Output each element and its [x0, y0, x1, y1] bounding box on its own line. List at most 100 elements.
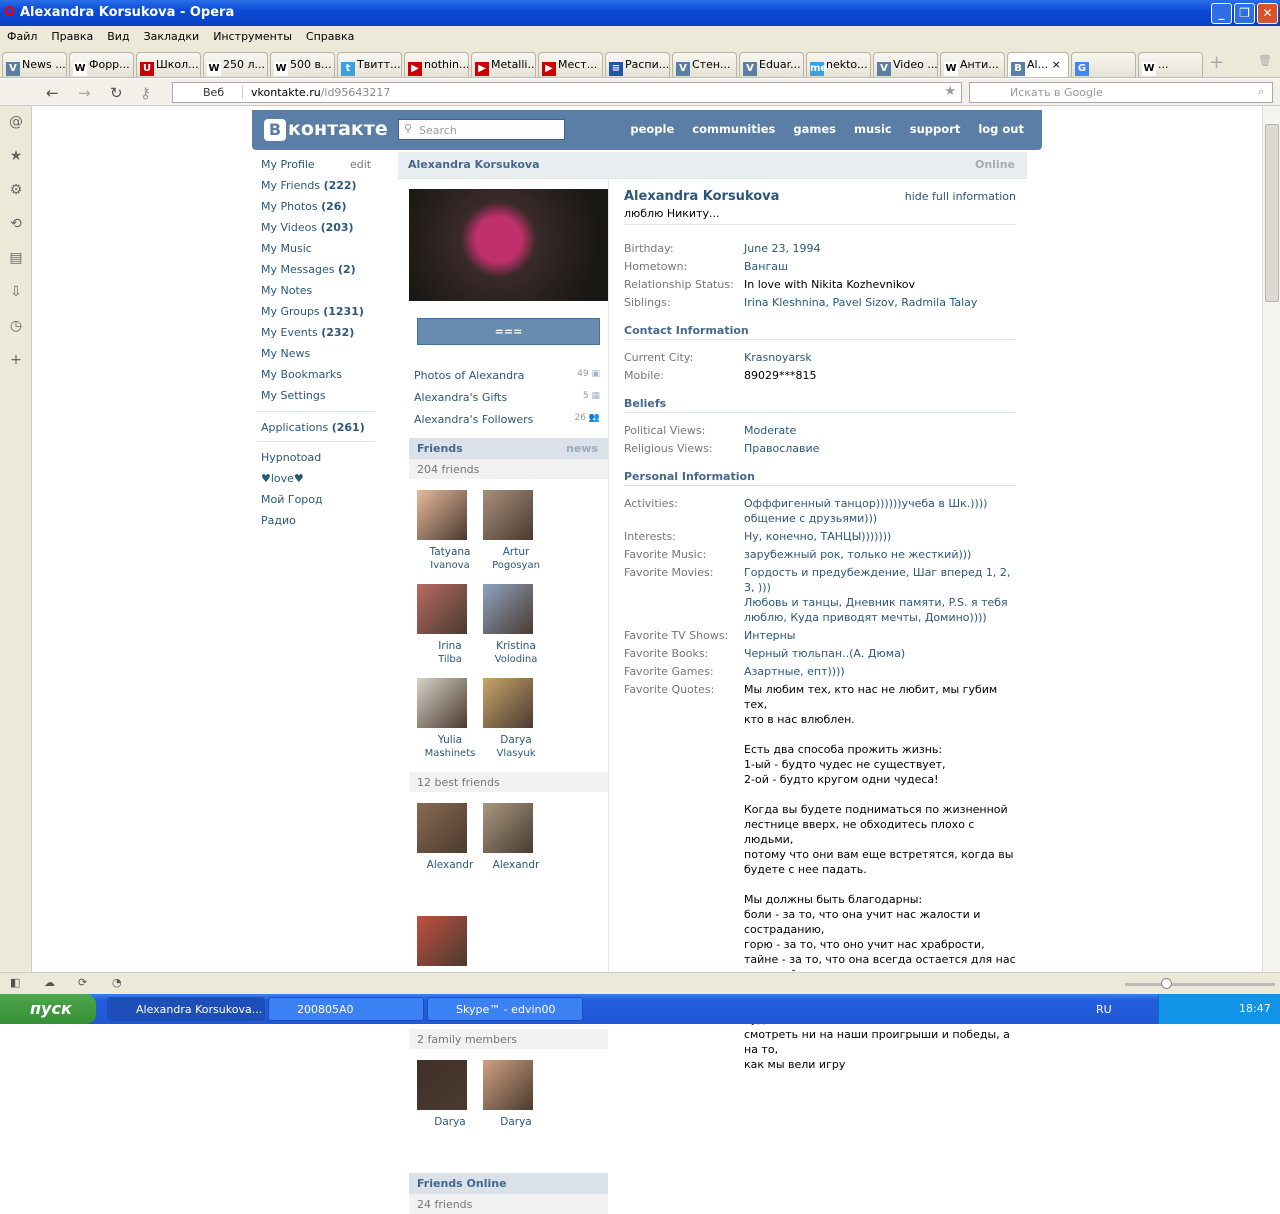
speed-dial-icon[interactable]: ◔ — [112, 976, 122, 989]
friend-avatar[interactable] — [483, 1060, 533, 1110]
friends-news-link[interactable]: news — [566, 442, 598, 455]
browser-tab[interactable]: ≡ Распи... — [605, 52, 670, 77]
vk-logo[interactable]: Bконтакте — [264, 118, 388, 141]
search-icon[interactable]: ⌕ — [1258, 85, 1264, 99]
friend-card[interactable]: Irina Tilba — [417, 584, 483, 678]
info-value[interactable]: Офффигенный танцор))))))учеба в Шк.)))) … — [744, 496, 987, 526]
browser-tab[interactable]: W... — [1138, 52, 1203, 77]
menu-item[interactable]: Файл — [0, 26, 44, 47]
left-menu-app[interactable]: Hypnotoad — [261, 450, 375, 471]
info-value[interactable]: Гордость и предубеждение, Шаг вперед 1, … — [744, 565, 1016, 625]
friend-first-name[interactable]: Kristina — [483, 639, 549, 653]
profile-link[interactable]: Alexandra's Followers 26 👥 — [409, 406, 608, 428]
unite-icon[interactable]: ☁ — [44, 976, 55, 989]
friend-card[interactable]: Kristina Volodina — [483, 584, 549, 678]
friend-avatar[interactable] — [417, 916, 467, 966]
friend-first-name[interactable]: Irina — [417, 639, 483, 653]
friend-avatar[interactable] — [417, 1060, 467, 1110]
friend-name[interactable]: Darya — [483, 1115, 549, 1129]
taskbar-item-skype[interactable]: Skype™ - edvin00 — [427, 997, 583, 1021]
friend-card[interactable]: Darya — [417, 1060, 483, 1173]
friend-first-name[interactable]: Tatyana — [417, 545, 483, 559]
history-icon[interactable]: ◷ — [0, 310, 32, 344]
menu-item[interactable]: Вид — [100, 26, 136, 47]
info-value[interactable]: June 23, 1994 — [744, 241, 820, 256]
info-value[interactable]: Азартные, епт)))) — [744, 664, 845, 679]
new-tab-button[interactable]: + — [1209, 52, 1224, 73]
edit-profile-link[interactable]: edit — [350, 157, 371, 173]
browser-tab[interactable]: V Video ... — [873, 52, 938, 77]
downloads-icon[interactable]: ⇩ — [0, 276, 32, 310]
profile-link[interactable]: Photos of Alexandra 49 ▣ — [409, 362, 608, 384]
browser-tab[interactable]: V Стен... — [672, 52, 737, 77]
browser-tab[interactable]: B Al... × — [1007, 52, 1069, 77]
bookmark-star-icon[interactable]: ★ — [944, 84, 956, 99]
left-menu-item[interactable]: My Groups (1231) — [261, 304, 375, 325]
browser-tab[interactable]: V News ... — [2, 52, 67, 77]
forward-button[interactable]: → — [78, 84, 91, 102]
turbo-icon[interactable]: ⟳ — [78, 976, 87, 989]
friend-name[interactable]: Alexandr — [483, 858, 549, 872]
close-button[interactable]: ✕ — [1257, 3, 1278, 24]
friends-online-count[interactable]: 24 friends — [409, 1194, 608, 1214]
browser-tab[interactable]: ▶ nothin... — [404, 52, 469, 77]
friend-card[interactable]: Darya Vlasyuk — [483, 678, 549, 772]
left-menu-item[interactable]: My Notes — [261, 283, 375, 304]
scrollbar-thumb[interactable] — [1265, 124, 1279, 302]
left-menu-app[interactable]: Радио — [261, 513, 375, 534]
gear-icon[interactable]: ⚙ — [0, 174, 32, 208]
vk-nav-games[interactable]: games — [793, 122, 836, 136]
friend-avatar[interactable] — [483, 803, 533, 853]
friend-avatar[interactable] — [417, 678, 467, 728]
maximize-button[interactable]: ❐ — [1234, 3, 1255, 24]
friend-last-name[interactable]: Ivanova — [417, 559, 483, 573]
info-value[interactable]: Интерны — [744, 628, 795, 643]
friend-first-name[interactable]: Darya — [483, 733, 549, 747]
friends-online-title[interactable]: Friends Online — [417, 1177, 507, 1190]
browser-tab[interactable]: menekto... — [806, 52, 871, 77]
key-icon[interactable]: ⚷ — [140, 84, 151, 102]
friend-card[interactable]: Darya — [483, 1060, 549, 1173]
info-value[interactable]: Православие — [744, 441, 819, 456]
info-value[interactable]: Вангаш — [744, 259, 788, 274]
friend-avatar[interactable] — [483, 584, 533, 634]
info-value[interactable]: Irina Kleshnina, Pavel Sizov, Radmila Ta… — [744, 295, 977, 310]
zoom-slider-handle[interactable] — [1161, 978, 1172, 989]
info-value[interactable]: Moderate — [744, 423, 796, 438]
browser-tab[interactable]: ▶ Metalli... — [471, 52, 536, 77]
tab-close-icon[interactable]: × — [1048, 58, 1061, 71]
menu-item[interactable]: Инструменты — [206, 26, 299, 47]
friend-avatar[interactable] — [417, 584, 467, 634]
minimize-button[interactable]: _ — [1211, 3, 1232, 24]
language-indicator[interactable]: RU — [1096, 1003, 1112, 1016]
info-value[interactable]: Черный тюльпан..(А. Дюма) — [744, 646, 905, 661]
left-menu-item[interactable]: My Messages (2) — [261, 262, 375, 283]
browser-tab[interactable]: W Форр... — [69, 52, 134, 77]
browser-tab[interactable]: W 500 в... — [270, 52, 335, 77]
friend-avatar[interactable] — [417, 803, 467, 853]
trash-icon[interactable]: 🗑 — [1258, 54, 1272, 67]
friend-avatar[interactable] — [483, 678, 533, 728]
best-friends-count[interactable]: 12 best friends — [409, 772, 608, 792]
bookmarks-icon[interactable]: ★ — [0, 140, 32, 174]
left-menu-item[interactable]: My News — [261, 346, 375, 367]
friend-card[interactable]: Tatyana Ivanova — [417, 490, 483, 584]
info-value[interactable]: Ну, конечно, ТАНЦЫ))))))) — [744, 529, 891, 544]
family-count[interactable]: 2 family members — [409, 1029, 608, 1049]
vk-nav-people[interactable]: people — [630, 122, 674, 136]
left-menu-app[interactable]: Мой Город — [261, 492, 375, 513]
left-menu-item[interactable]: My Settings — [261, 388, 375, 409]
friends-count[interactable]: 204 friends — [409, 459, 608, 479]
left-menu-item[interactable]: My Music — [261, 241, 375, 262]
browser-tab[interactable]: G — [1071, 52, 1136, 77]
vk-nav-log-out[interactable]: log out — [978, 122, 1024, 136]
panel-toggle-icon[interactable]: ◧ — [10, 976, 20, 989]
left-menu-item[interactable]: My Videos (203) — [261, 220, 375, 241]
zoom-slider[interactable] — [1125, 978, 1275, 989]
profile-photo[interactable] — [409, 189, 608, 301]
friends-title[interactable]: Friends — [417, 442, 463, 455]
friend-first-name[interactable]: Yulia — [417, 733, 483, 747]
address-mode[interactable]: Веб — [181, 86, 243, 99]
info-value[interactable]: зарубежный рок, только не жесткий))) — [744, 547, 971, 562]
notes-icon[interactable]: ▤ — [0, 242, 32, 276]
